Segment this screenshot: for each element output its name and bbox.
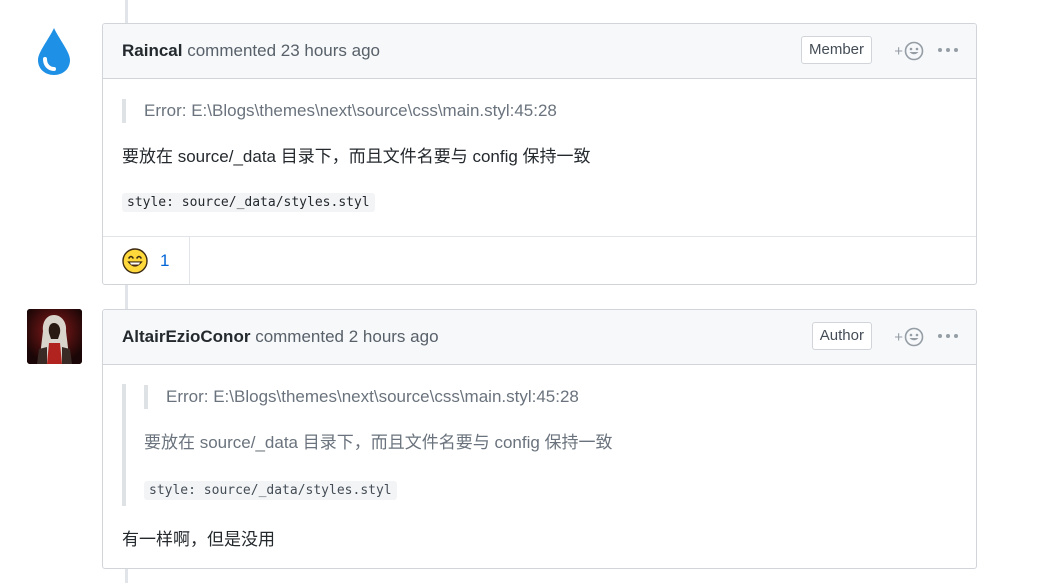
comment-byline: AltairEzioConor commented 2 hours ago xyxy=(122,327,439,347)
nested-quote-text: Error: E:\Blogs\themes\next\source\css\m… xyxy=(166,387,579,406)
more-options-icon[interactable] xyxy=(938,38,958,62)
quote-text: Error: E:\Blogs\themes\next\source\css\m… xyxy=(144,101,557,120)
comment-card: AltairEzioConor commented 2 hours ago Au… xyxy=(102,309,977,569)
reactions-bar: 1 xyxy=(103,236,976,284)
comment-paragraph: 有一样啊，但是没用 xyxy=(122,530,275,549)
author-link[interactable]: Raincal xyxy=(122,41,182,60)
comment-timestamp[interactable]: commented 2 hours ago xyxy=(255,327,438,346)
avatar-raincal[interactable] xyxy=(27,23,82,78)
author-badge: Author xyxy=(811,322,872,350)
comment-body: Error: E:\Blogs\themes\next\source\css\m… xyxy=(103,384,976,552)
quote-block: Error: E:\Blogs\themes\next\source\css\m… xyxy=(122,384,957,506)
water-drop-icon xyxy=(38,28,70,75)
smile-emoji-icon xyxy=(122,247,148,274)
comment-card: Raincal commented 23 hours ago Member + … xyxy=(102,23,977,285)
comment-body: Error: E:\Blogs\themes\next\source\css\m… xyxy=(103,99,976,212)
comment-header: AltairEzioConor commented 2 hours ago Au… xyxy=(103,310,976,365)
timeline-connector xyxy=(125,0,128,23)
nested-quote-block: Error: E:\Blogs\themes\next\source\css\m… xyxy=(144,385,957,409)
code-line: style: source/_data/styles.styl xyxy=(122,193,957,212)
add-reaction-button[interactable]: + xyxy=(894,326,924,348)
inline-code: style: source/_data/styles.styl xyxy=(122,193,375,212)
reaction-smile-button[interactable]: 1 xyxy=(103,237,190,284)
timeline-connector xyxy=(125,569,128,583)
hooded-assassin-avatar-icon xyxy=(27,309,82,364)
quote-block: Error: E:\Blogs\themes\next\source\css\m… xyxy=(122,99,957,123)
avatar-altairezioconor[interactable] xyxy=(27,309,82,364)
add-reaction-button[interactable]: + xyxy=(894,40,924,62)
more-options-icon[interactable] xyxy=(938,324,958,348)
timeline-connector xyxy=(125,285,128,309)
quoted-paragraph: 要放在 source/_data 目录下，而且文件名要与 config 保持一致 xyxy=(144,433,613,452)
inline-code: style: source/_data/styles.styl xyxy=(144,481,397,500)
comment-header: Raincal commented 23 hours ago Member + xyxy=(103,24,976,79)
plus-label: + xyxy=(894,42,903,60)
member-badge: Member xyxy=(800,36,872,64)
comment-byline: Raincal commented 23 hours ago xyxy=(122,41,380,61)
author-link[interactable]: AltairEzioConor xyxy=(122,327,250,346)
smiley-icon xyxy=(904,327,924,347)
comment-timestamp[interactable]: commented 23 hours ago xyxy=(187,41,380,60)
reaction-count: 1 xyxy=(160,250,170,270)
comment-paragraph: 要放在 source/_data 目录下，而且文件名要与 config 保持一致 xyxy=(122,147,591,166)
plus-label: + xyxy=(894,328,903,346)
smiley-icon xyxy=(904,41,924,61)
code-line: style: source/_data/styles.styl xyxy=(144,479,957,500)
